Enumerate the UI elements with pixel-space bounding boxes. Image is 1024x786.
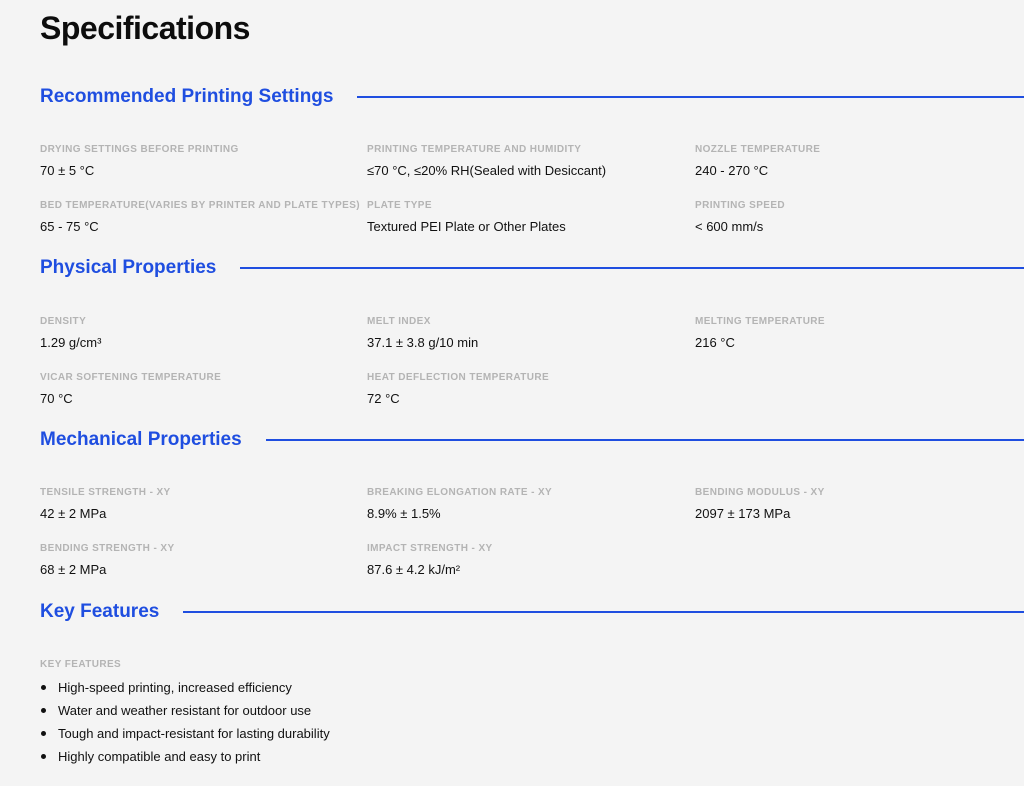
spec-label: DENSITY xyxy=(40,316,87,327)
spec-label: BENDING STRENGTH - XY xyxy=(40,543,175,554)
spec-label: MELT INDEX xyxy=(367,316,431,327)
feature-text: High-speed printing, increased efficienc… xyxy=(58,680,292,695)
spec-value: 240 - 270 °C xyxy=(695,163,769,178)
spec-value: < 600 mm/s xyxy=(695,219,764,234)
spec-value: 87.6 ± 4.2 kJ/m² xyxy=(367,562,461,577)
bullet-icon xyxy=(41,708,46,713)
section-header-physical-properties: Physical Properties xyxy=(40,256,1024,280)
spec-value: 37.1 ± 3.8 g/10 min xyxy=(367,335,479,350)
section-header-printing-settings: Recommended Printing Settings xyxy=(40,85,1024,109)
bullet-icon xyxy=(41,754,46,759)
spec-printing-speed: PRINTING SPEED < 600 mm/s xyxy=(695,200,1015,235)
spec-value: 72 °C xyxy=(367,391,400,406)
feature-text: Tough and impact-resistant for lasting d… xyxy=(58,726,330,741)
spec-label: NOZZLE TEMPERATURE xyxy=(695,144,821,155)
list-item: Tough and impact-resistant for lasting d… xyxy=(40,722,330,745)
spec-value: 1.29 g/cm³ xyxy=(40,335,102,350)
list-item: Water and weather resistant for outdoor … xyxy=(40,699,330,722)
section-divider xyxy=(240,267,1024,269)
section-divider xyxy=(265,439,1024,441)
page-title: Specifications xyxy=(40,10,250,46)
section-title: Key Features xyxy=(40,601,160,622)
feature-text: Highly compatible and easy to print xyxy=(58,749,261,764)
spec-value: 2097 ± 173 MPa xyxy=(695,506,791,521)
spec-label: TENSILE STRENGTH - XY xyxy=(40,487,171,498)
spec-bed-temperature: BED TEMPERATURE(VARIES BY PRINTER AND PL… xyxy=(40,200,360,235)
spec-label: MELTING TEMPERATURE xyxy=(695,316,826,327)
section-divider xyxy=(183,611,1024,613)
spec-impact-strength: IMPACT STRENGTH - XY 87.6 ± 4.2 kJ/m² xyxy=(367,543,687,578)
spec-label: HEAT DEFLECTION TEMPERATURE xyxy=(367,372,550,383)
spec-label: PRINTING TEMPERATURE AND HUMIDITY xyxy=(367,144,582,155)
spec-label: VICAR SOFTENING TEMPERATURE xyxy=(40,372,222,383)
key-features-label: KEY FEATURES xyxy=(40,659,122,670)
spec-nozzle-temperature: NOZZLE TEMPERATURE 240 - 270 °C xyxy=(695,144,1015,179)
section-title: Mechanical Properties xyxy=(40,429,242,450)
bullet-icon xyxy=(41,685,46,690)
spec-vicat-softening: VICAR SOFTENING TEMPERATURE 70 °C xyxy=(40,372,360,407)
spec-label: BENDING MODULUS - XY xyxy=(695,487,825,498)
spec-printing-temp-humidity: PRINTING TEMPERATURE AND HUMIDITY ≤70 °C… xyxy=(367,144,687,179)
spec-bending-strength: BENDING STRENGTH - XY 68 ± 2 MPa xyxy=(40,543,360,578)
spec-density: DENSITY 1.29 g/cm³ xyxy=(40,316,360,351)
spec-label: PLATE TYPE xyxy=(367,200,432,211)
list-item: Highly compatible and easy to print xyxy=(40,745,330,768)
spec-value: Textured PEI Plate or Other Plates xyxy=(367,219,566,234)
feature-text: Water and weather resistant for outdoor … xyxy=(58,703,312,718)
section-title: Physical Properties xyxy=(40,257,217,278)
spec-drying-settings: DRYING SETTINGS BEFORE PRINTING 70 ± 5 °… xyxy=(40,144,360,179)
spec-bending-modulus: BENDING MODULUS - XY 2097 ± 173 MPa xyxy=(695,487,1015,522)
bullet-icon xyxy=(41,731,46,736)
spec-value: 70 °C xyxy=(40,391,73,406)
spec-value: 216 °C xyxy=(695,335,735,350)
spec-value: 65 - 75 °C xyxy=(40,219,99,234)
spec-tensile-strength: TENSILE STRENGTH - XY 42 ± 2 MPa xyxy=(40,487,360,522)
spec-melt-index: MELT INDEX 37.1 ± 3.8 g/10 min xyxy=(367,316,687,351)
spec-plate-type: PLATE TYPE Textured PEI Plate or Other P… xyxy=(367,200,687,235)
spec-value: 68 ± 2 MPa xyxy=(40,562,107,577)
spec-melting-temperature: MELTING TEMPERATURE 216 °C xyxy=(695,316,1015,351)
spec-value: ≤70 °C, ≤20% RH(Sealed with Desiccant) xyxy=(367,163,607,178)
spec-value: 8.9% ± 1.5% xyxy=(367,506,441,521)
spec-label: PRINTING SPEED xyxy=(695,200,786,211)
spec-label: BED TEMPERATURE(VARIES BY PRINTER AND PL… xyxy=(40,200,361,211)
section-header-mechanical-properties: Mechanical Properties xyxy=(40,428,1024,452)
spec-value: 42 ± 2 MPa xyxy=(40,506,107,521)
list-item: High-speed printing, increased efficienc… xyxy=(40,676,330,699)
spec-label: IMPACT STRENGTH - XY xyxy=(367,543,493,554)
spec-label: BREAKING ELONGATION RATE - XY xyxy=(367,487,553,498)
spec-label: DRYING SETTINGS BEFORE PRINTING xyxy=(40,144,239,155)
section-divider xyxy=(357,96,1024,98)
key-features-list: High-speed printing, increased efficienc… xyxy=(40,676,330,768)
section-title: Recommended Printing Settings xyxy=(40,86,334,107)
spec-heat-deflection: HEAT DEFLECTION TEMPERATURE 72 °C xyxy=(367,372,687,407)
spec-breaking-elongation: BREAKING ELONGATION RATE - XY 8.9% ± 1.5… xyxy=(367,487,687,522)
section-header-key-features: Key Features xyxy=(40,600,1024,624)
spec-value: 70 ± 5 °C xyxy=(40,163,95,178)
